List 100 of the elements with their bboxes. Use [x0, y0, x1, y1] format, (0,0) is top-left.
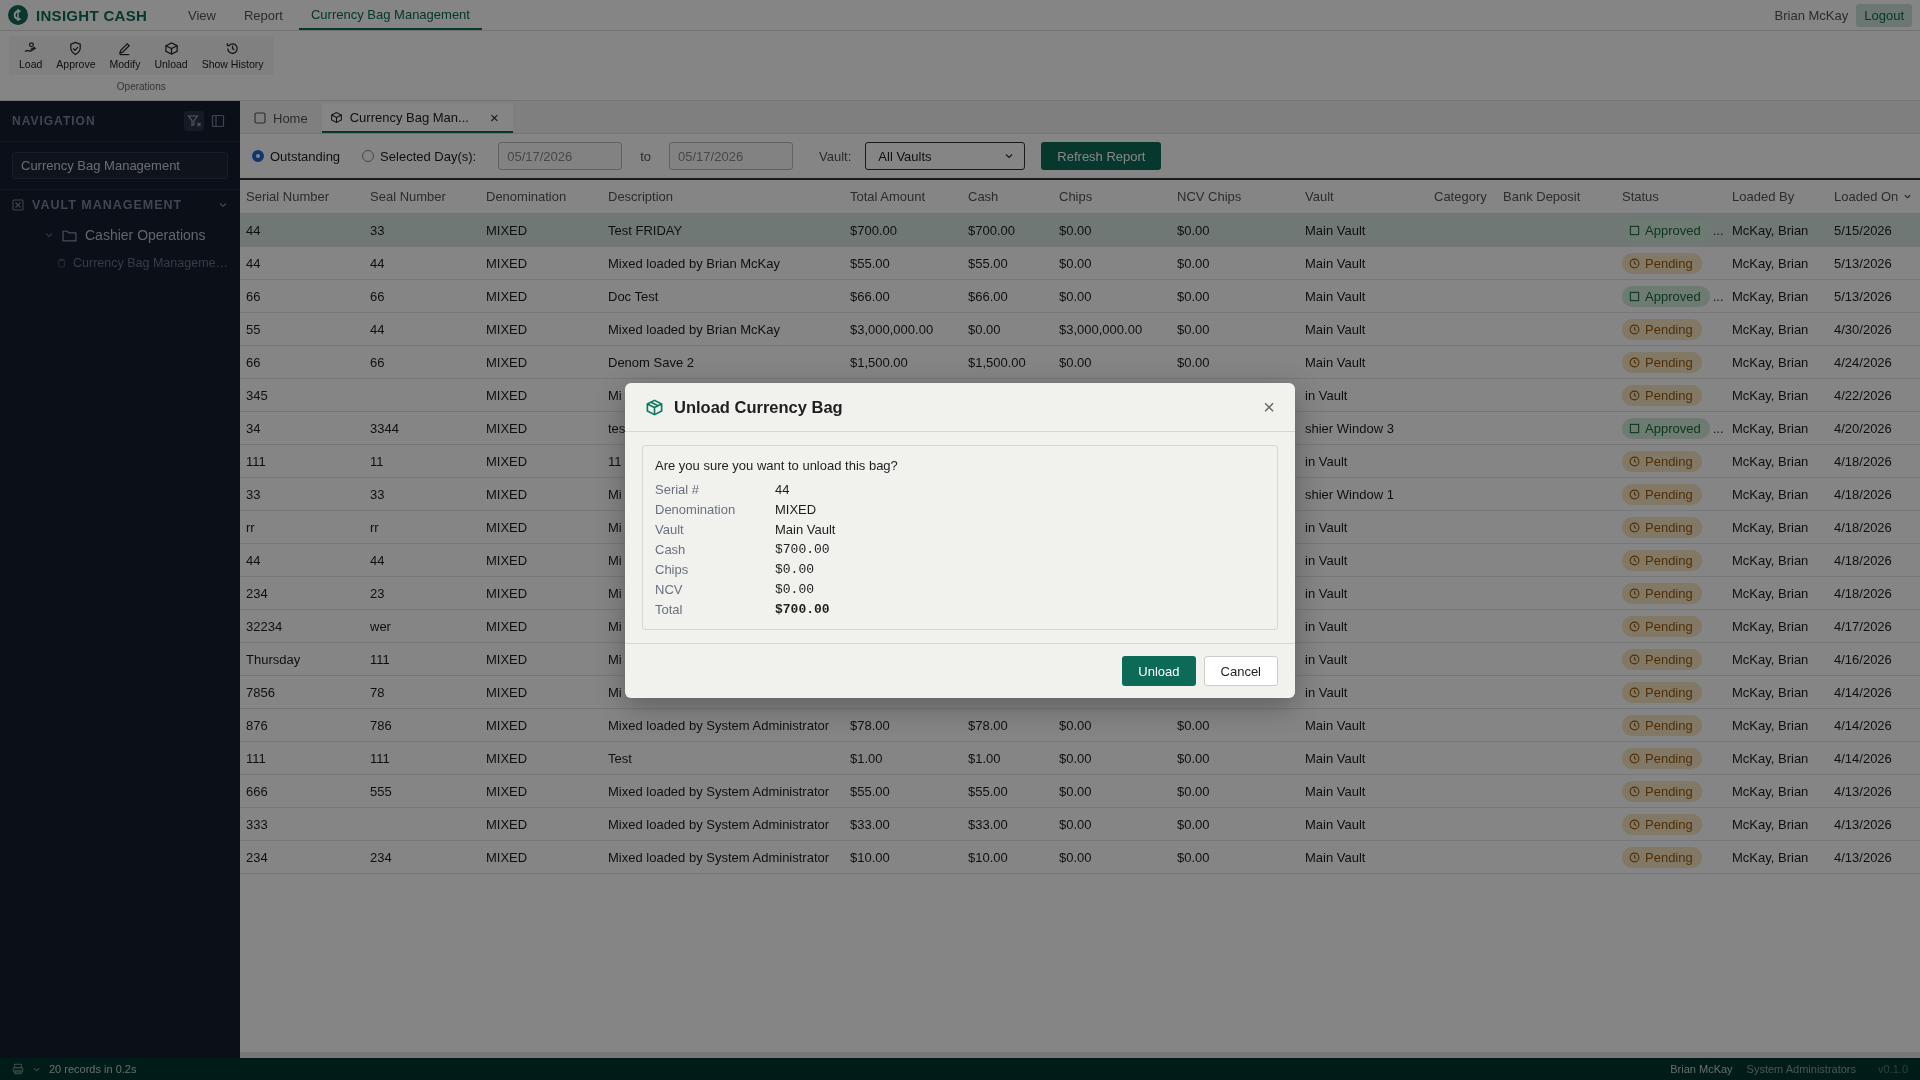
- toolbar-button[interactable]: Unload: [148, 39, 194, 72]
- table-row[interactable]: 876 786 MIXED Mixed loaded by System Administrator $78.00 $78.00 $0.00 $0.00 Main Vault Pending McKay, Brian 4/14/2026: [240, 709, 1920, 742]
- printer-icon[interactable]: [12, 1063, 24, 1075]
- table-cell: McKay, Brian: [1732, 585, 1809, 601]
- table-cell: McKay, Brian: [1732, 255, 1809, 271]
- table-row[interactable]: 44 44 MIXED Mixed loaded by Brian McKay $55.00 $55.00 $0.00 $0.00 Main Vault Pending McKay, Brian 5/13/2026: [240, 247, 1920, 280]
- table-row[interactable]: 666 555 MIXED Mixed loaded by System Administrator $55.00 $55.00 $0.00 $0.00 Main Vault Pending McKay, Brian 4/13/2026: [240, 775, 1920, 808]
- date-field[interactable]: 05/17/2026: [669, 142, 794, 170]
- column-header[interactable]: Status: [1616, 180, 1726, 213]
- radio-option[interactable]: Selected Day(s):: [362, 148, 477, 164]
- folder-icon: [62, 228, 77, 242]
- box-icon: [645, 397, 664, 417]
- table-cell: $0.00: [1059, 849, 1092, 865]
- table-cell: $33.00: [850, 816, 890, 832]
- table-row[interactable]: 66 66 MIXED Doc Test $66.00 $66.00 $0.00 $0.00 Main Vault Approved ... McKay, Brian 5/13/2026: [240, 280, 1920, 313]
- menu-tab[interactable]: Report: [231, 0, 295, 30]
- column-header[interactable]: Loaded On: [1828, 180, 1920, 213]
- column-header[interactable]: Description: [602, 180, 844, 213]
- table-cell: Denom Save 2: [608, 354, 694, 370]
- pending-badge: Pending: [1622, 351, 1702, 373]
- table-cell: 234: [246, 585, 268, 601]
- table-row[interactable]: 55 44 MIXED Mixed loaded by Brian McKay $3,000,000.00 $0.00 $3,000,000.00 $0.00 Main Vault Pending McKay, Brian 4/30/2026: [240, 313, 1920, 346]
- table-cell: 333: [246, 816, 268, 832]
- table-cell: $0.00: [1059, 816, 1092, 832]
- table-cell: 44: [246, 222, 261, 238]
- document-tab[interactable]: Home: [246, 103, 322, 133]
- table-row[interactable]: 234 234 MIXED Mixed loaded by System Administrator $10.00 $10.00 $0.00 $0.00 Main Vault Pending McKay, Brian 4/13/2026: [240, 841, 1920, 874]
- table-cell: Main Vault: [1305, 321, 1366, 337]
- table-cell: 11: [608, 453, 622, 469]
- search-field[interactable]: Currency Bag Management: [12, 152, 228, 179]
- table-cell: $1,500.00: [850, 354, 908, 370]
- column-header[interactable]: Loaded By: [1726, 180, 1828, 213]
- box-icon: [163, 41, 179, 56]
- more-text: ...: [1712, 222, 1724, 238]
- table-cell: 4/18/2026: [1834, 552, 1892, 568]
- table-cell: MIXED: [486, 750, 528, 766]
- logo-icon: [8, 5, 28, 25]
- refresh-button[interactable]: Refresh Report: [1041, 142, 1162, 170]
- table-cell: Main Vault: [1305, 354, 1366, 370]
- pending-badge: Pending: [1622, 582, 1702, 604]
- menu-tab[interactable]: View: [176, 0, 228, 30]
- table-row[interactable]: 333 MIXED Mixed loaded by System Administrator $33.00 $33.00 $0.00 $0.00 Main Vault Pending McKay, Brian 4/13/2026: [240, 808, 1920, 841]
- table-cell: $55.00: [850, 255, 890, 271]
- filter-button[interactable]: [184, 111, 204, 131]
- table-cell: 4/30/2026: [1834, 321, 1892, 337]
- logout-button[interactable]: Logout: [1856, 3, 1912, 27]
- table-cell: 4/14/2026: [1834, 717, 1892, 733]
- column-header[interactable]: Total Amount: [844, 180, 962, 213]
- vault-select[interactable]: All Vaults: [865, 142, 1026, 170]
- table-cell: in Vault: [1305, 618, 1348, 634]
- table-cell: 66: [246, 288, 261, 304]
- column-header[interactable]: Chips: [1053, 180, 1171, 213]
- radio-option[interactable]: Outstanding: [252, 148, 341, 164]
- toolbar-button[interactable]: Approve: [50, 39, 102, 72]
- table-cell: Main Vault: [1305, 288, 1366, 304]
- table-row[interactable]: 66 66 MIXED Denom Save 2 $1,500.00 $1,500.00 $0.00 $0.00 Main Vault Pending McKay, Brian 4/24/2026: [240, 346, 1920, 379]
- toolbar-button[interactable]: Show History: [195, 39, 270, 72]
- table-cell: McKay, Brian: [1732, 288, 1809, 304]
- table-cell: Mixed loaded by System Administrator: [608, 816, 830, 832]
- pending-badge: Pending: [1622, 384, 1702, 406]
- toolbar-button[interactable]: Modify: [103, 39, 147, 72]
- pending-badge: Pending: [1622, 780, 1702, 802]
- column-header[interactable]: Category: [1428, 180, 1497, 213]
- table-cell: 111: [370, 651, 390, 667]
- unload-button[interactable]: Unload: [1122, 656, 1196, 686]
- table-cell: 44: [370, 552, 385, 568]
- chevron-icon: [218, 200, 228, 210]
- table-cell: MIXED: [486, 552, 528, 568]
- column-header[interactable]: Vault: [1299, 180, 1428, 213]
- table-cell: 78: [370, 684, 385, 700]
- table-cell: 5/15/2026: [1834, 222, 1892, 238]
- column-header[interactable]: Seal Number: [364, 180, 480, 213]
- column-header[interactable]: Bank Deposit: [1497, 180, 1616, 213]
- close-icon[interactable]: ×: [489, 108, 499, 126]
- column-header[interactable]: Cash: [962, 180, 1053, 213]
- cancel-button[interactable]: Cancel: [1203, 656, 1278, 686]
- column-header[interactable]: Serial Number: [240, 180, 364, 213]
- table-row[interactable]: 44 33 MIXED Test FRIDAY $700.00 $700.00 $0.00 $0.00 Main Vault Approved ... McKay, Brian 5/15/2026: [240, 214, 1920, 247]
- table-cell: $0.00: [968, 321, 1001, 337]
- table-cell: 66: [370, 288, 385, 304]
- table-cell: MIXED: [486, 717, 528, 733]
- toolbar-button[interactable]: Load: [13, 39, 49, 72]
- pending-badge: Pending: [1622, 681, 1702, 703]
- table-cell: $0.00: [1177, 354, 1210, 370]
- column-header[interactable]: Denomination: [480, 180, 602, 213]
- table-cell: rr: [370, 519, 379, 535]
- approved-badge: Approved: [1622, 417, 1710, 439]
- column-header[interactable]: NCV Chips: [1171, 180, 1299, 213]
- table-cell: $0.00: [1177, 321, 1210, 337]
- table-cell: Mi: [608, 651, 622, 667]
- document-tab[interactable]: Currency Bag Man... ×: [321, 103, 513, 133]
- table-cell: Main Vault: [1305, 222, 1366, 238]
- table-row[interactable]: 111 111 MIXED Test $1.00 $1.00 $0.00 $0.00 Main Vault Pending McKay, Brian 4/14/2026: [240, 742, 1920, 775]
- menu-tab[interactable]: Currency Bag Management: [299, 0, 482, 30]
- table-cell: $1.00: [850, 750, 883, 766]
- date-field[interactable]: 05/17/2026: [498, 142, 623, 170]
- tree-item[interactable]: Cashier Operations: [0, 220, 240, 250]
- table-cell: McKay, Brian: [1732, 816, 1809, 832]
- table-cell: MIXED: [486, 321, 528, 337]
- shield-icon: [68, 41, 84, 56]
